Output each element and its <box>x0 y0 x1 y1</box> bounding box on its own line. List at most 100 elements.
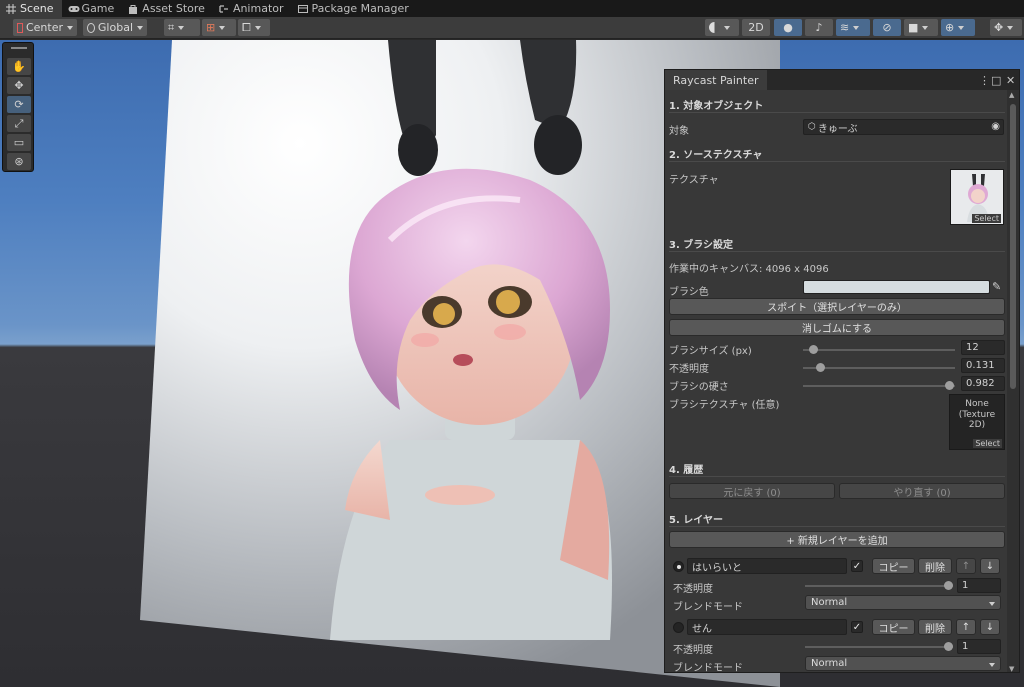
drag-handle-icon[interactable] <box>11 47 27 49</box>
toggle-2d-button[interactable]: 2D <box>742 19 770 36</box>
raycast-painter-panel: Raycast Painter ⋮ □ ✕ 1. 対象オブジェクト 対象 ⬡ き… <box>664 69 1020 673</box>
tab-asset-store[interactable]: Asset Store <box>122 0 213 17</box>
move-icon: ✥ <box>14 79 24 92</box>
eraser-button[interactable]: 消しゴムにする <box>669 319 1005 336</box>
tab-game[interactable]: Game <box>62 0 123 17</box>
brush-size-slider[interactable] <box>803 349 955 351</box>
audio-toggle[interactable]: ♪ <box>805 19 833 36</box>
chevron-down-icon <box>989 663 995 667</box>
close-icon[interactable]: ✕ <box>1006 74 1015 87</box>
opacity-slider[interactable] <box>803 367 955 369</box>
layer-select-radio[interactable] <box>673 561 684 572</box>
texture-select-button[interactable]: Select <box>972 214 1001 223</box>
brush-color-label: ブラシ色 <box>669 287 709 298</box>
hand-tool-button[interactable]: ✋ <box>7 58 31 75</box>
chevron-down-icon <box>958 25 965 30</box>
section-target-header: 1. 対象オブジェクト <box>669 101 764 112</box>
hardness-slider-handle[interactable] <box>945 381 954 390</box>
panel-tab[interactable]: Raycast Painter <box>665 70 767 90</box>
effects-dropdown[interactable]: ≋ <box>836 19 870 36</box>
more-menu-icon[interactable]: ⋮ <box>979 74 990 87</box>
layer-visibility-checkbox[interactable]: ✓ <box>851 621 863 633</box>
target-object-field[interactable]: ⬡ きゅーぶ ◉ <box>803 119 1004 135</box>
layer-move-down-button[interactable]: ↓ <box>980 619 1000 635</box>
eyedropper-button[interactable]: スポイト（選択レイヤーのみ） <box>669 298 1005 315</box>
layer-opacity-input[interactable]: 1 <box>957 639 1001 654</box>
hardness-slider[interactable] <box>803 385 955 387</box>
effects-icon: ≋ <box>840 21 850 34</box>
source-texture-slot[interactable]: Select <box>950 169 1004 225</box>
layer-blend-dropdown[interactable]: Normal <box>805 656 1001 671</box>
panel-scrollbar-thumb[interactable] <box>1010 104 1016 389</box>
brush-texture-select-button[interactable]: Select <box>973 439 1002 448</box>
redo-button[interactable]: やり直す (0) <box>839 483 1005 499</box>
mouth-shape <box>453 354 473 366</box>
layer-move-down-button[interactable]: ↓ <box>980 558 1000 574</box>
section-divider <box>669 476 1005 477</box>
eye-slash-icon: ⊘ <box>882 21 892 34</box>
opacity-slider-handle[interactable] <box>816 363 825 372</box>
camera-dropdown[interactable]: ■ <box>904 19 938 36</box>
editor-tab-bar: Scene Game Asset Store Animator Package … <box>0 0 1024 17</box>
scroll-down-icon[interactable]: ▼ <box>1009 665 1014 672</box>
lighting-toggle[interactable]: ● <box>774 19 802 36</box>
opacity-input[interactable]: 0.131 <box>961 358 1005 373</box>
scene-visibility-toggle[interactable]: ⊘ <box>873 19 901 36</box>
maximize-icon[interactable]: □ <box>991 74 1001 87</box>
ruler-button[interactable]: ⧠ <box>238 19 270 36</box>
hardness-input[interactable]: 0.982 <box>961 376 1005 391</box>
tool-palette: ✋ ✥ ⟳ ⤢ ▭ ⊛ <box>2 42 34 172</box>
pivot-dropdown[interactable]: Center <box>13 19 77 36</box>
layer-opacity-slider[interactable] <box>805 585 953 587</box>
add-layer-button[interactable]: + 新規レイヤーを追加 <box>669 531 1005 548</box>
panel-scrollbar[interactable]: ▲ ▼ <box>1007 90 1019 672</box>
layer-move-up-button[interactable]: ↑ <box>956 619 976 635</box>
transform-tool-button[interactable]: ⊛ <box>7 153 31 170</box>
brush-texture-slot[interactable]: None (Texture 2D) Select <box>949 394 1005 450</box>
tab-scene[interactable]: Scene <box>0 0 62 17</box>
layer-blend-dropdown[interactable]: Normal <box>805 595 1001 610</box>
brush-size-input[interactable]: 12 <box>961 340 1005 355</box>
layer-opacity-slider-handle[interactable] <box>944 642 953 651</box>
undo-button[interactable]: 元に戻す (0) <box>669 483 835 499</box>
brush-color-swatch[interactable] <box>803 280 990 294</box>
layer-blend-label: ブレンドモード <box>673 602 743 613</box>
object-picker-icon[interactable]: ◉ <box>991 121 1000 132</box>
brush-size-label: ブラシサイズ (px) <box>669 346 752 357</box>
tab-animator[interactable]: Animator <box>213 0 292 17</box>
layer-name-input[interactable]: せん <box>687 619 847 635</box>
layer-move-up-button[interactable]: ↑ <box>956 558 976 574</box>
move-tool-button[interactable]: ✥ <box>7 77 31 94</box>
scroll-up-icon[interactable]: ▲ <box>1009 91 1014 99</box>
brush-size-slider-handle[interactable] <box>809 345 818 354</box>
shading-mode-dropdown[interactable] <box>705 19 739 36</box>
section-brush-header: 3. ブラシ設定 <box>669 240 734 251</box>
texture-label: テクスチャ <box>669 175 719 186</box>
layer-delete-button[interactable]: 削除 <box>918 619 952 635</box>
tab-label: Package Manager <box>311 2 409 15</box>
layer-opacity-slider-handle[interactable] <box>944 581 953 590</box>
layer-select-radio[interactable] <box>673 622 684 633</box>
layer-delete-button[interactable]: 削除 <box>918 558 952 574</box>
eyedropper-icon[interactable]: ✎ <box>992 280 1005 294</box>
space-dropdown[interactable]: Global <box>83 19 147 36</box>
layer-visibility-checkbox[interactable]: ✓ <box>851 560 863 572</box>
arrow-up-icon: ↑ <box>961 560 971 572</box>
canvas-size-info: 作業中のキャンバス: 4096 x 4096 <box>669 264 829 275</box>
rotate-tool-button[interactable]: ⟳ <box>7 96 31 113</box>
layer-copy-button[interactable]: コピー <box>872 558 915 574</box>
layer-copy-button[interactable]: コピー <box>872 619 915 635</box>
shading-sphere-icon <box>709 22 720 33</box>
grid-icon <box>6 3 16 14</box>
increment-snap-button[interactable]: ⊞ <box>202 19 236 36</box>
layer-opacity-input[interactable]: 1 <box>957 578 1001 593</box>
tab-package-manager[interactable]: Package Manager <box>292 0 417 17</box>
scale-tool-button[interactable]: ⤢ <box>7 115 31 132</box>
layer-opacity-slider[interactable] <box>805 646 953 648</box>
rect-tool-button[interactable]: ▭ <box>7 134 31 151</box>
opacity-label: 不透明度 <box>669 364 709 375</box>
gizmos-dropdown[interactable]: ⊕ <box>941 19 975 36</box>
grid-snap-button[interactable]: ⌗ <box>164 19 200 36</box>
layer-name-input[interactable]: はいらいと <box>687 558 847 574</box>
overlay-menu-dropdown[interactable]: ✥ <box>990 19 1022 36</box>
